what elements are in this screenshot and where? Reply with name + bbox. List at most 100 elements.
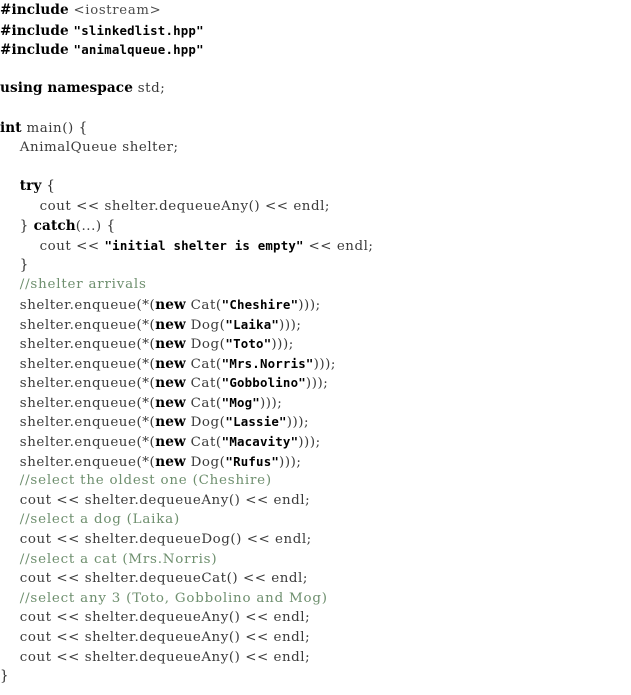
code-line: shelter.enqueue(*(new Dog("Toto"))); xyxy=(0,334,631,354)
code-token-str: "Laika" xyxy=(225,316,280,332)
code-token-punc: { xyxy=(46,178,56,195)
code-token-cmt: //shelter arrivals xyxy=(19,277,147,293)
code-token-plain: ))); xyxy=(298,297,321,313)
code-token-str: "Toto" xyxy=(225,336,272,352)
code-token-plain: ))); xyxy=(271,337,294,353)
code-token-plain: ))); xyxy=(298,435,321,451)
code-token-key: new xyxy=(155,453,186,470)
code-token-cmt: //select a dog (Laika) xyxy=(19,512,180,528)
code-line: } xyxy=(0,256,631,276)
code-token-plain: shelter.enqueue(*( xyxy=(19,454,156,470)
code-token-key: new xyxy=(155,355,186,372)
code-line: shelter.enqueue(*(new Cat("Mog"))); xyxy=(0,393,631,413)
code-line: cout << "initial shelter is empty" << en… xyxy=(0,236,631,256)
code-line: cout << shelter.dequeueAny() << endl; xyxy=(0,197,631,217)
code-token-plain: Cat( xyxy=(185,435,222,451)
code-token-key: new xyxy=(155,414,186,431)
code-token-plain: main() xyxy=(21,120,79,136)
code-token-punc: { xyxy=(78,119,88,136)
code-token-key: #include xyxy=(0,22,69,39)
code-line: } catch(...) { xyxy=(0,217,631,237)
code-token-hdr: <iostream> xyxy=(73,3,162,18)
code-line: using namespace std; xyxy=(0,79,631,99)
code-line: #include <iostream> xyxy=(0,1,631,21)
code-token-plain: shelter.enqueue(*( xyxy=(19,317,156,333)
code-token-plain: (...) xyxy=(75,218,107,234)
code-token-str: "Macavity" xyxy=(221,434,299,450)
code-token-plain: Dog( xyxy=(185,415,226,431)
code-line: #include "animalqueue.hpp" xyxy=(0,40,631,60)
code-line: cout << shelter.dequeueAny() << endl; xyxy=(0,608,631,628)
code-token-plain: ))); xyxy=(279,454,302,470)
code-token-punc: } xyxy=(19,217,29,234)
code-token-punc: { xyxy=(106,217,116,234)
code-listing: #include <iostream> #include "slinkedlist… xyxy=(0,1,631,695)
code-token-plain: Cat( xyxy=(185,376,222,392)
code-token-plain: cout << shelter.dequeueAny() << endl; xyxy=(19,649,311,665)
code-line: int main() { xyxy=(0,119,631,139)
code-token-plain: cout << shelter.dequeueAny() << endl; xyxy=(19,610,311,626)
code-line: cout << shelter.dequeueAny() << endl; xyxy=(0,628,631,648)
code-token-plain: ))); xyxy=(313,356,336,372)
code-token-plain: ))); xyxy=(259,395,283,411)
code-token-plain: Cat( xyxy=(185,395,222,411)
code-token-str: "Mrs.Norris" xyxy=(221,355,314,371)
code-line: //select any 3 (Toto, Gobbolino and Mog) xyxy=(0,589,631,609)
code-token-str: "initial shelter is empty" xyxy=(104,238,304,254)
code-token-key: new xyxy=(155,375,186,392)
code-line: //select a dog (Laika) xyxy=(0,510,631,530)
code-token-plain: shelter.enqueue(*( xyxy=(19,435,156,451)
code-line: cout << shelter.dequeueAny() << endl; xyxy=(0,491,631,511)
code-token-plain: ))); xyxy=(305,376,329,392)
code-token-plain: Dog( xyxy=(185,337,226,353)
code-token-key: #include xyxy=(0,2,69,18)
code-line: #include "slinkedlist.hpp" xyxy=(0,21,631,41)
code-token-plain: Cat( xyxy=(185,356,222,372)
code-token-key: new xyxy=(155,434,186,451)
code-token-plain: shelter.enqueue(*( xyxy=(19,376,156,392)
code-line: shelter.enqueue(*(new Dog("Lassie"))); xyxy=(0,412,631,432)
code-token-cmt: //select a cat (Mrs.Norris) xyxy=(19,551,218,567)
code-token-plain: cout << shelter.dequeueCat() << endl; xyxy=(19,571,308,587)
code-token-plain: Dog( xyxy=(185,454,226,470)
code-token-punc: } xyxy=(19,256,29,273)
code-line: cout << shelter.dequeueCat() << endl; xyxy=(0,569,631,589)
code-token-plain: cout << xyxy=(39,239,105,255)
code-token-key: catch xyxy=(33,217,76,234)
code-token-str: "Mog" xyxy=(221,394,260,410)
code-line: shelter.enqueue(*(new Cat("Gobbolino")))… xyxy=(0,373,631,393)
code-token-str: "Rufus" xyxy=(225,453,280,469)
code-token-key: using namespace xyxy=(0,80,133,97)
code-token-key: int xyxy=(0,119,22,136)
code-token-str: "Lassie" xyxy=(225,414,287,430)
code-token-cmt: //select the oldest one (Cheshire) xyxy=(19,473,272,489)
code-line: //select the oldest one (Cheshire) xyxy=(0,471,631,491)
code-token-cmt: //select any 3 (Toto, Gobbolino and Mog) xyxy=(19,590,328,606)
code-token-str: "Cheshire" xyxy=(221,296,299,312)
code-token-plain: shelter.enqueue(*( xyxy=(19,337,156,353)
code-token-plain: shelter.enqueue(*( xyxy=(19,415,156,431)
code-token-plain: cout << shelter.dequeueAny() << endl; xyxy=(19,630,311,645)
code-token-str: "animalqueue.hpp" xyxy=(73,42,204,58)
code-line: shelter.enqueue(*(new Dog("Rufus"))); xyxy=(0,452,631,472)
code-token-key: try xyxy=(19,178,42,195)
code-token-plain: Dog( xyxy=(185,317,226,333)
code-token-key: new xyxy=(155,296,186,313)
code-token-str: "slinkedlist.hpp" xyxy=(73,22,204,38)
code-line: shelter.enqueue(*(new Cat("Macavity"))); xyxy=(0,432,631,452)
code-line: cout << shelter.dequeueDog() << endl; xyxy=(0,530,631,550)
code-line: shelter.enqueue(*(new Dog("Laika"))); xyxy=(0,315,631,335)
code-token-plain: cout << shelter.dequeueAny() << endl; xyxy=(19,492,311,508)
code-token-str: "Gobbolino" xyxy=(221,375,306,391)
code-token-punc: } xyxy=(0,668,10,685)
code-token-key: new xyxy=(155,336,186,353)
code-line: shelter.enqueue(*(new Cat("Mrs.Norris"))… xyxy=(0,354,631,374)
code-token-plain: shelter.enqueue(*( xyxy=(19,297,156,313)
code-token-plain: cout << shelter.dequeueDog() << endl; xyxy=(19,532,312,548)
code-token-plain: cout << shelter.dequeueAny() << endl; xyxy=(39,198,330,214)
code-token-plain: << endl; xyxy=(303,239,374,255)
code-token-plain: Cat( xyxy=(185,297,222,313)
